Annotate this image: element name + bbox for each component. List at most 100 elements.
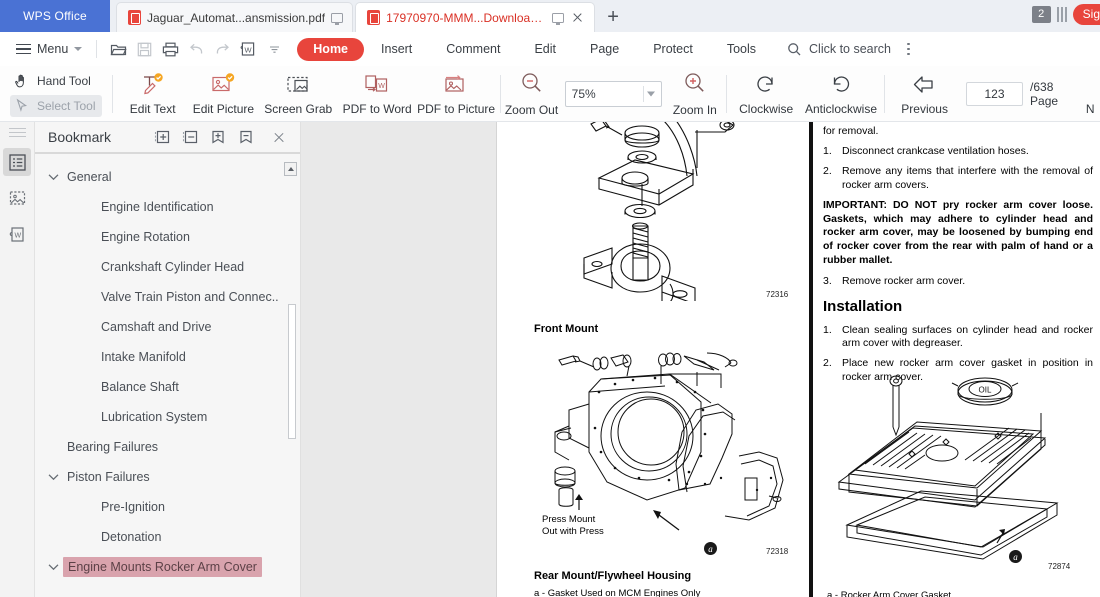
tab-label: Jaguar_Automat...ansmission.pdf bbox=[147, 10, 326, 25]
monitor-icon[interactable] bbox=[552, 12, 565, 25]
rail-convert-button[interactable]: W bbox=[3, 220, 31, 248]
installation-heading: Installation bbox=[823, 297, 903, 315]
zoom-level-select[interactable]: 75% bbox=[564, 80, 662, 107]
undo-icon[interactable] bbox=[183, 36, 209, 62]
add-bookmark-icon[interactable] bbox=[204, 124, 232, 150]
bookmark-item-engine-rotation[interactable]: Engine Rotation bbox=[35, 222, 300, 252]
rotate-clockwise-icon bbox=[753, 72, 779, 98]
rotate-anticlockwise-button[interactable]: Anticlockwise bbox=[802, 66, 881, 122]
more-options-icon[interactable] bbox=[907, 42, 910, 56]
svg-text:W: W bbox=[245, 46, 253, 55]
arrow-left-icon bbox=[911, 72, 939, 98]
bookmark-item-engine-identification[interactable]: Engine Identification bbox=[35, 192, 300, 222]
open-folder-icon[interactable] bbox=[105, 36, 131, 62]
tab-tools[interactable]: Tools bbox=[710, 37, 773, 61]
bookmark-tree[interactable]: General Engine Identification Engine Rot… bbox=[35, 154, 300, 597]
previous-page-button[interactable]: Previous bbox=[889, 66, 960, 122]
tab-comment[interactable]: Comment bbox=[429, 37, 517, 61]
side-rail: W bbox=[0, 122, 35, 597]
bookmark-item-intake-manifold[interactable]: Intake Manifold bbox=[35, 342, 300, 372]
delete-bookmark-icon[interactable] bbox=[232, 124, 260, 150]
step-number: 3. bbox=[823, 275, 832, 288]
chevron-down-icon[interactable] bbox=[43, 162, 63, 192]
next-label: N bbox=[1085, 101, 1095, 116]
hamburger-icon bbox=[16, 43, 31, 55]
redo-icon[interactable] bbox=[209, 36, 235, 62]
bookmark-item-detonation[interactable]: Detonation bbox=[35, 522, 300, 552]
expand-all-icon[interactable] bbox=[148, 124, 176, 150]
close-panel-icon[interactable] bbox=[266, 124, 292, 150]
bookmark-item-balance-shaft[interactable]: Balance Shaft bbox=[35, 372, 300, 402]
pdf-page-view[interactable]: 72316 Front Mount Press Mount Out with P… bbox=[301, 122, 1100, 597]
pdf-left-column: 72316 Front Mount Press Mount Out with P… bbox=[507, 122, 807, 597]
rotate-clockwise-button[interactable]: Clockwise bbox=[731, 66, 802, 122]
tab-home[interactable]: Home bbox=[297, 37, 365, 61]
rail-drag-handle[interactable] bbox=[8, 128, 26, 138]
wps-office-logo[interactable]: WPS Office bbox=[0, 0, 110, 32]
edit-text-label: Edit Text bbox=[129, 101, 176, 116]
tab-edit[interactable]: Edit bbox=[517, 37, 573, 61]
zoom-in-label: Zoom In bbox=[672, 103, 717, 117]
tab-17970970-pdf[interactable]: 17970970-MMM...Download.pdf bbox=[355, 2, 596, 32]
workspace: W Bookmark General Engine Identification… bbox=[0, 122, 1100, 597]
previous-label: Previous bbox=[901, 101, 948, 116]
edit-picture-button[interactable]: Edit Picture bbox=[188, 66, 259, 122]
screen-grab-button[interactable]: Screen Grab bbox=[259, 66, 338, 122]
edit-text-button[interactable]: Edit Text bbox=[117, 66, 188, 122]
page-number-input[interactable]: 123 bbox=[966, 81, 1024, 106]
removal-step-2: 2. Remove any items that interfere with … bbox=[823, 165, 1093, 192]
bookmark-label: Intake Manifold bbox=[101, 350, 186, 364]
next-page-button[interactable]: N bbox=[1080, 66, 1100, 122]
hand-tool-button[interactable]: Hand Tool bbox=[10, 70, 102, 92]
bookmark-item-lubrication-system[interactable]: Lubrication System bbox=[35, 402, 300, 432]
bookmark-item-crankshaft-cylinder-head[interactable]: Crankshaft Cylinder Head bbox=[35, 252, 300, 282]
bookmark-item-engine-mounts-rocker-arm-cover[interactable]: Engine Mounts Rocker Arm Cover bbox=[35, 552, 300, 582]
sign-in-button[interactable]: Sig bbox=[1072, 3, 1100, 25]
zoom-out-button[interactable]: Zoom Out bbox=[504, 66, 558, 122]
tab-label: 17970970-MMM...Download.pdf bbox=[386, 10, 547, 25]
pdf-to-word-button[interactable]: W PDF to Word bbox=[338, 66, 417, 122]
pdf-to-picture-button[interactable]: PDF to Picture bbox=[417, 66, 496, 122]
press-mount-note: Press Mount Out with Press bbox=[542, 514, 604, 537]
divider bbox=[642, 85, 644, 102]
chevron-down-icon[interactable] bbox=[43, 552, 63, 582]
window-controls-icon[interactable] bbox=[1056, 6, 1067, 23]
divider bbox=[725, 74, 727, 113]
bookmark-label: Lubrication System bbox=[101, 410, 208, 424]
bookmark-label: Balance Shaft bbox=[101, 380, 179, 394]
pdf-to-word-label: PDF to Word bbox=[342, 101, 412, 116]
collapse-all-icon[interactable] bbox=[176, 124, 204, 150]
chevron-down-icon[interactable] bbox=[43, 462, 63, 492]
main-menu-button[interactable]: Menu bbox=[10, 36, 88, 62]
screen-grab-label: Screen Grab bbox=[264, 101, 333, 116]
bookmark-item-bearing-failures[interactable]: Bearing Failures bbox=[35, 432, 300, 462]
save-icon[interactable] bbox=[131, 36, 157, 62]
bookmark-item-general[interactable]: General bbox=[35, 162, 300, 192]
window-count-badge[interactable]: 2 bbox=[1031, 5, 1051, 23]
customize-toolbar-icon[interactable] bbox=[261, 36, 287, 62]
rail-thumbnail-button[interactable] bbox=[3, 184, 31, 212]
tab-page[interactable]: Page bbox=[573, 37, 636, 61]
bookmark-item-camshaft-and-drive[interactable]: Camshaft and Drive bbox=[35, 312, 300, 342]
tab-jaguar-pdf[interactable]: Jaguar_Automat...ansmission.pdf bbox=[116, 2, 354, 32]
edit-text-icon bbox=[139, 72, 167, 98]
tab-protect[interactable]: Protect bbox=[636, 37, 710, 61]
zoom-in-icon bbox=[682, 70, 708, 99]
step-text: Disconnect crankcase ventilation hoses. bbox=[842, 145, 1029, 157]
print-icon[interactable] bbox=[157, 36, 183, 62]
column-divider bbox=[809, 122, 813, 597]
zoom-in-button[interactable]: Zoom In bbox=[668, 66, 722, 122]
select-tool-button[interactable]: Select Tool bbox=[10, 95, 103, 117]
monitor-icon[interactable] bbox=[331, 12, 344, 25]
press-note-line-1: Press Mount bbox=[542, 514, 596, 525]
bookmark-item-valve-train-piston[interactable]: Valve Train Piston and Connec.. bbox=[35, 282, 300, 312]
bookmark-panel-header: Bookmark bbox=[35, 122, 300, 154]
export-word-icon[interactable]: W bbox=[235, 36, 261, 62]
bookmark-item-piston-failures[interactable]: Piston Failures bbox=[35, 462, 300, 492]
bookmark-item-pre-ignition[interactable]: Pre-Ignition bbox=[35, 492, 300, 522]
tab-insert[interactable]: Insert bbox=[364, 37, 429, 61]
rail-bookmark-button[interactable] bbox=[3, 148, 31, 176]
new-tab-button[interactable]: + bbox=[595, 2, 631, 32]
close-icon[interactable] bbox=[570, 10, 585, 25]
search-box[interactable]: Click to search bbox=[787, 42, 910, 57]
